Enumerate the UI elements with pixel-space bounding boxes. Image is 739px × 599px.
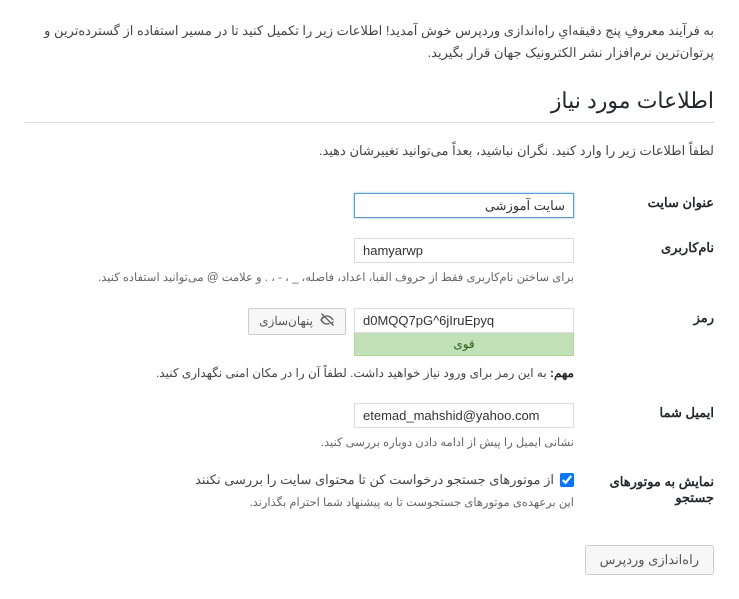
username-label: نام‌کاربری: [574, 228, 714, 297]
password-input[interactable]: [354, 308, 574, 333]
install-form: عنوان سایت نام‌کاربری برای ساختن نام‌کار…: [25, 183, 714, 522]
page-heading: اطلاعات مورد نیاز: [25, 88, 714, 123]
email-hint: نشانی ایمیل را پیش از ادامه دادن دوباره …: [25, 434, 574, 452]
eye-slash-icon: [319, 312, 335, 331]
site-title-input[interactable]: [354, 193, 574, 218]
search-visibility-hint: این برعهده‌ی موتورهای جستجوست تا به پیشن…: [25, 494, 574, 512]
email-input[interactable]: [354, 403, 574, 428]
hide-password-button[interactable]: پنهان‌سازی: [248, 308, 346, 335]
username-input[interactable]: [354, 238, 574, 263]
password-note-strong: مهم:: [550, 366, 574, 380]
password-label: رمز: [574, 298, 714, 393]
description-text: لطفاً اطلاعات زیر را وارد کنید. نگران نب…: [25, 143, 714, 159]
search-visibility-checkbox-label[interactable]: از موتورهای جستجو درخواست کن تا محتوای س…: [195, 472, 554, 488]
hide-password-label: پنهان‌سازی: [259, 314, 313, 328]
username-hint: برای ساختن نام‌کاربری فقط از حروف الفبا،…: [25, 269, 574, 287]
password-strength: قوی: [354, 333, 574, 356]
email-label: ایمیل شما: [574, 393, 714, 462]
site-title-label: عنوان سایت: [574, 183, 714, 228]
search-visibility-label: نمایش به موتورهای جستجو: [574, 462, 714, 522]
intro-text: به فرآیند معروفِ پنج دقیقه‌ایِ راه‌انداز…: [25, 20, 714, 64]
search-visibility-checkbox[interactable]: [560, 473, 574, 487]
password-note: مهم: به این رمز برای ورود نیاز خواهید دا…: [25, 364, 574, 383]
install-button[interactable]: راه‌اندازی وردپرس: [585, 545, 714, 575]
password-note-text: به این رمز برای ورود نیاز خواهید داشت. ل…: [156, 366, 550, 380]
